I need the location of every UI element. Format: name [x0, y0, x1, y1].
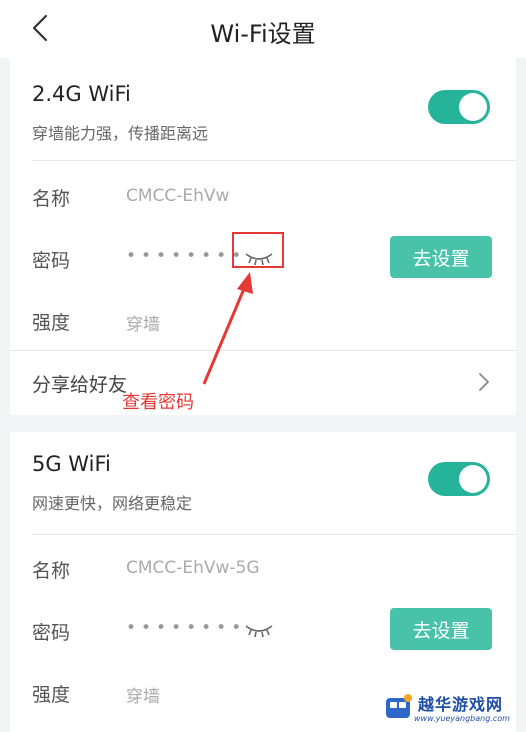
page-title: Wi-Fi设置	[210, 20, 316, 48]
wifi-24g-toggle[interactable]	[428, 90, 490, 124]
strength-label: 强度	[32, 312, 71, 334]
name-label: 名称	[32, 560, 71, 582]
divider	[32, 160, 516, 161]
toggle-knob	[459, 93, 487, 121]
watermark-logo-icon	[386, 694, 412, 718]
chevron-right-icon	[479, 373, 489, 391]
share-to-friend-row[interactable]: 分享给好友	[10, 350, 516, 414]
wifi-5g-header: 5G WiFi 网速更快，网络更稳定	[10, 432, 516, 532]
share-label: 分享给好友	[32, 374, 128, 396]
wifi-5g-subtitle: 网速更快，网络更稳定	[32, 494, 193, 513]
wifi-5g-show-password-button[interactable]	[244, 622, 274, 640]
wifi-5g-set-button[interactable]: 去设置	[390, 608, 492, 650]
toggle-knob	[459, 465, 487, 493]
annotation-label: 查看密码	[122, 392, 194, 413]
wifi-24g-title: 2.4G WiFi	[32, 82, 131, 106]
wifi-24g-password-masked: ••••••••	[126, 246, 247, 266]
wifi-5g-strength-value: 穿墙	[126, 687, 160, 707]
wifi-5g-name-row: 名称 CMCC-EhVw-5G	[10, 538, 516, 598]
wifi-5g-card: 5G WiFi 网速更快，网络更稳定 名称 CMCC-EhVw-5G 密码 ••…	[10, 432, 516, 732]
watermark-name: 越华游戏网	[418, 695, 504, 714]
wifi-24g-name-row: 名称 CMCC-EhVw	[10, 166, 516, 226]
wifi-24g-strength-row: 强度 穿墙	[10, 290, 516, 350]
wifi-5g-toggle[interactable]	[428, 462, 490, 496]
password-label: 密码	[32, 622, 71, 644]
wifi-5g-password-row: 密码 •••••••• 去设置	[10, 600, 516, 660]
wifi-5g-password-masked: ••••••••	[126, 618, 247, 638]
nav-bar: Wi-Fi设置	[0, 0, 526, 58]
wifi-5g-title: 5G WiFi	[32, 452, 111, 476]
wifi-5g-name-value: CMCC-EhVw-5G	[126, 558, 260, 578]
watermark-url: www.yueyangbang.com	[414, 714, 510, 723]
wifi-24g-name-value: CMCC-EhVw	[126, 186, 230, 206]
watermark: 越华游戏网 www.yueyangbang.com	[384, 690, 524, 730]
password-label: 密码	[32, 250, 71, 272]
wifi-24g-subtitle: 穿墙能力强，传播距离远	[32, 124, 209, 143]
eye-closed-icon	[245, 625, 273, 638]
wifi-24g-strength-value: 穿墙	[126, 315, 160, 335]
divider	[32, 534, 516, 535]
wifi-24g-header: 2.4G WiFi 穿墙能力强，传播距离远	[10, 58, 516, 158]
wifi-24g-set-button[interactable]: 去设置	[390, 236, 492, 278]
strength-label: 强度	[32, 684, 71, 706]
annotation-highlight-box	[232, 232, 284, 268]
name-label: 名称	[32, 188, 71, 210]
